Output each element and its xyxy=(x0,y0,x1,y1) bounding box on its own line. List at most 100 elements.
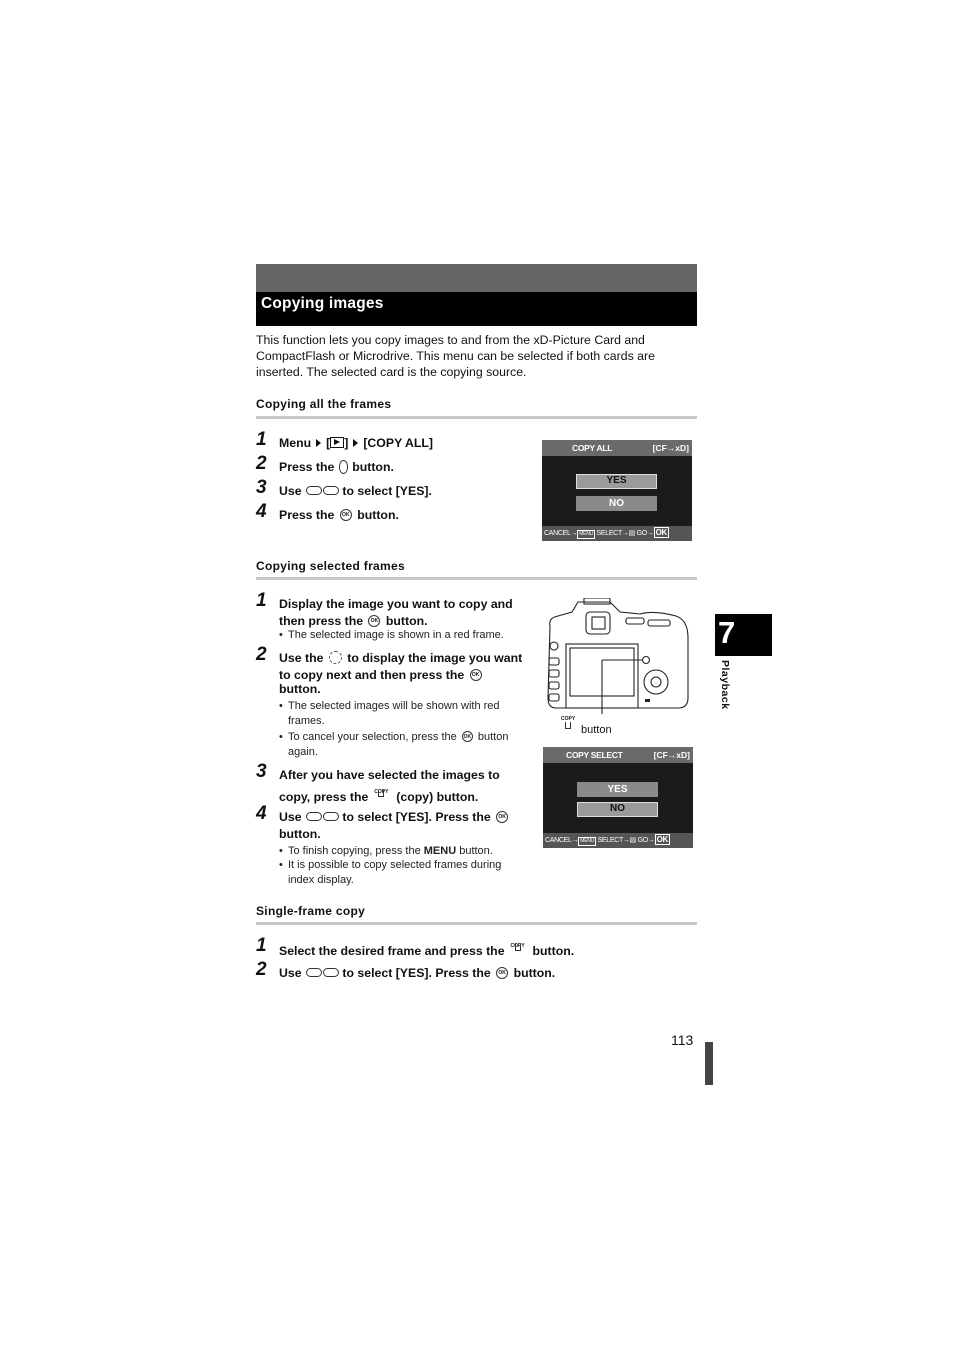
step-text: then press the xyxy=(279,614,364,628)
chapter-number: 7 xyxy=(718,615,736,650)
control-dial xyxy=(647,619,671,627)
lcd-cancel-label: CANCEL→ xyxy=(544,530,578,537)
lcd-title: COPY SELECT xyxy=(566,750,623,760)
arrow-right-icon xyxy=(353,439,359,447)
page-edge-bar xyxy=(705,1042,713,1085)
step-number: 1 xyxy=(256,935,267,956)
copy-all-label: [COPY ALL] xyxy=(363,436,434,450)
lcd-title: COPY ALL xyxy=(572,443,613,453)
ok-icon: OK xyxy=(653,527,669,538)
bullet-text: The selected image is shown in a red fra… xyxy=(288,629,504,641)
step-number: 3 xyxy=(256,477,267,498)
indicator xyxy=(645,699,650,702)
menu-icon: MENU xyxy=(577,530,595,539)
step-text: (copy) button. xyxy=(396,790,479,804)
lcd-go-label: GO→ xyxy=(637,837,655,844)
step-text: button. xyxy=(532,944,575,958)
step-text: to display the image you want xyxy=(347,651,523,665)
lcd-card-direction: [CF→xD] xyxy=(652,443,689,453)
mode-dial xyxy=(625,617,645,625)
ok-button-icon: OK xyxy=(461,730,473,742)
camera-caption: COPY button xyxy=(559,716,612,736)
copy-button-icon: COPY xyxy=(559,716,579,730)
button-circle xyxy=(549,641,559,651)
step-text: copy, press the xyxy=(279,790,369,804)
lcd-option-no: NO xyxy=(577,802,658,817)
section-rule xyxy=(256,577,697,580)
lcd-card-direction: [CF→xD] xyxy=(653,750,690,760)
step-text: to select [YES]. Press the xyxy=(342,810,491,824)
lcd-go-label: GO→ xyxy=(636,530,654,537)
lcd-option-yes: YES xyxy=(576,474,657,489)
heading-copy-selected: Copying selected frames xyxy=(256,559,405,573)
arrow-right-icon xyxy=(316,439,322,447)
step-text: Press the xyxy=(279,460,335,474)
bullet-text: To finish copying, press the xyxy=(288,845,421,857)
step-text: button. xyxy=(513,966,556,980)
step-number: 1 xyxy=(256,429,267,450)
page-number: 113 xyxy=(671,1032,694,1048)
up-button-icon xyxy=(305,486,322,496)
step-text: button. xyxy=(357,508,399,522)
step-text: Select the desired frame and press the xyxy=(279,944,505,958)
step-text: button. xyxy=(385,614,428,628)
playback-icon xyxy=(330,437,345,448)
ok-button-icon: OK xyxy=(339,508,352,521)
step-text: Use xyxy=(279,484,302,498)
down-button-icon xyxy=(322,968,339,978)
arrow-pad-icon xyxy=(328,651,342,665)
intro-paragraph: This function lets you copy images to an… xyxy=(256,333,655,379)
ok-button-icon: OK xyxy=(496,810,509,823)
camera-body xyxy=(547,601,689,709)
step-number: 1 xyxy=(256,590,267,611)
lcd-select-label: SELECT→ xyxy=(596,530,629,537)
step-text: button. xyxy=(279,827,321,841)
lcd-copy-all-screen: COPY ALL [CF→xD] YES NO CANCEL→ MENU SELE… xyxy=(542,440,692,541)
right-button-icon xyxy=(338,459,348,474)
step-number: 2 xyxy=(256,453,267,474)
menu-label: Menu xyxy=(279,436,312,450)
bullet-dot: • xyxy=(279,731,283,743)
step-number: 2 xyxy=(256,959,267,980)
side-button xyxy=(548,657,560,666)
ok-button-icon: OK xyxy=(469,668,482,681)
step-text: Display the image you want to copy and xyxy=(279,597,513,611)
bracket-close: ] xyxy=(344,436,349,450)
step-text: to select [YES]. xyxy=(342,484,432,498)
caption-text: button xyxy=(581,724,612,736)
lcd-header: COPY ALL [CF→xD] xyxy=(542,440,692,456)
bullet-text: button. xyxy=(459,845,493,857)
viewfinder xyxy=(585,611,611,635)
bullet-text: To cancel your selection, press the xyxy=(288,731,457,743)
bullet-text: The selected images will be shown with r… xyxy=(288,700,500,727)
step-text: Use the xyxy=(279,651,324,665)
step-number: 3 xyxy=(256,761,267,782)
menu-button-label: MENU xyxy=(423,845,457,857)
step-number: 4 xyxy=(256,803,267,824)
title-band-top xyxy=(256,264,697,292)
copy-button-icon: COPY xyxy=(509,938,529,952)
side-button xyxy=(548,693,560,702)
lcd-select-label: SELECT→ xyxy=(597,837,630,844)
step-text: Press the xyxy=(279,508,335,522)
ok-button-icon: OK xyxy=(368,614,381,627)
section-rule xyxy=(256,922,697,925)
step-text: to select [YES]. Press the xyxy=(342,966,491,980)
up-button-icon xyxy=(305,812,322,822)
down-button-icon xyxy=(322,486,339,496)
copy-button-icon: COPY xyxy=(372,784,392,798)
up-button-icon xyxy=(305,968,322,978)
ok-button-icon: OK xyxy=(496,966,509,979)
heading-single-frame: Single-frame copy xyxy=(256,904,366,918)
step-text: After you have selected the images to xyxy=(279,768,500,782)
lcd-option-no: NO xyxy=(576,496,657,511)
lcd-copy-select-screen: COPY SELECT [CF→xD] YES NO CANCEL→ MENU S… xyxy=(543,747,693,848)
bullet-dot: • xyxy=(279,700,283,712)
step-text: button. xyxy=(279,682,321,696)
bullet-dot: • xyxy=(279,859,283,871)
lcd-header: COPY SELECT [CF→xD] xyxy=(543,747,693,763)
side-button xyxy=(548,669,560,678)
step-text: Use xyxy=(279,966,302,980)
camera-back-illustration xyxy=(547,598,689,714)
viewfinder-window xyxy=(591,616,606,630)
